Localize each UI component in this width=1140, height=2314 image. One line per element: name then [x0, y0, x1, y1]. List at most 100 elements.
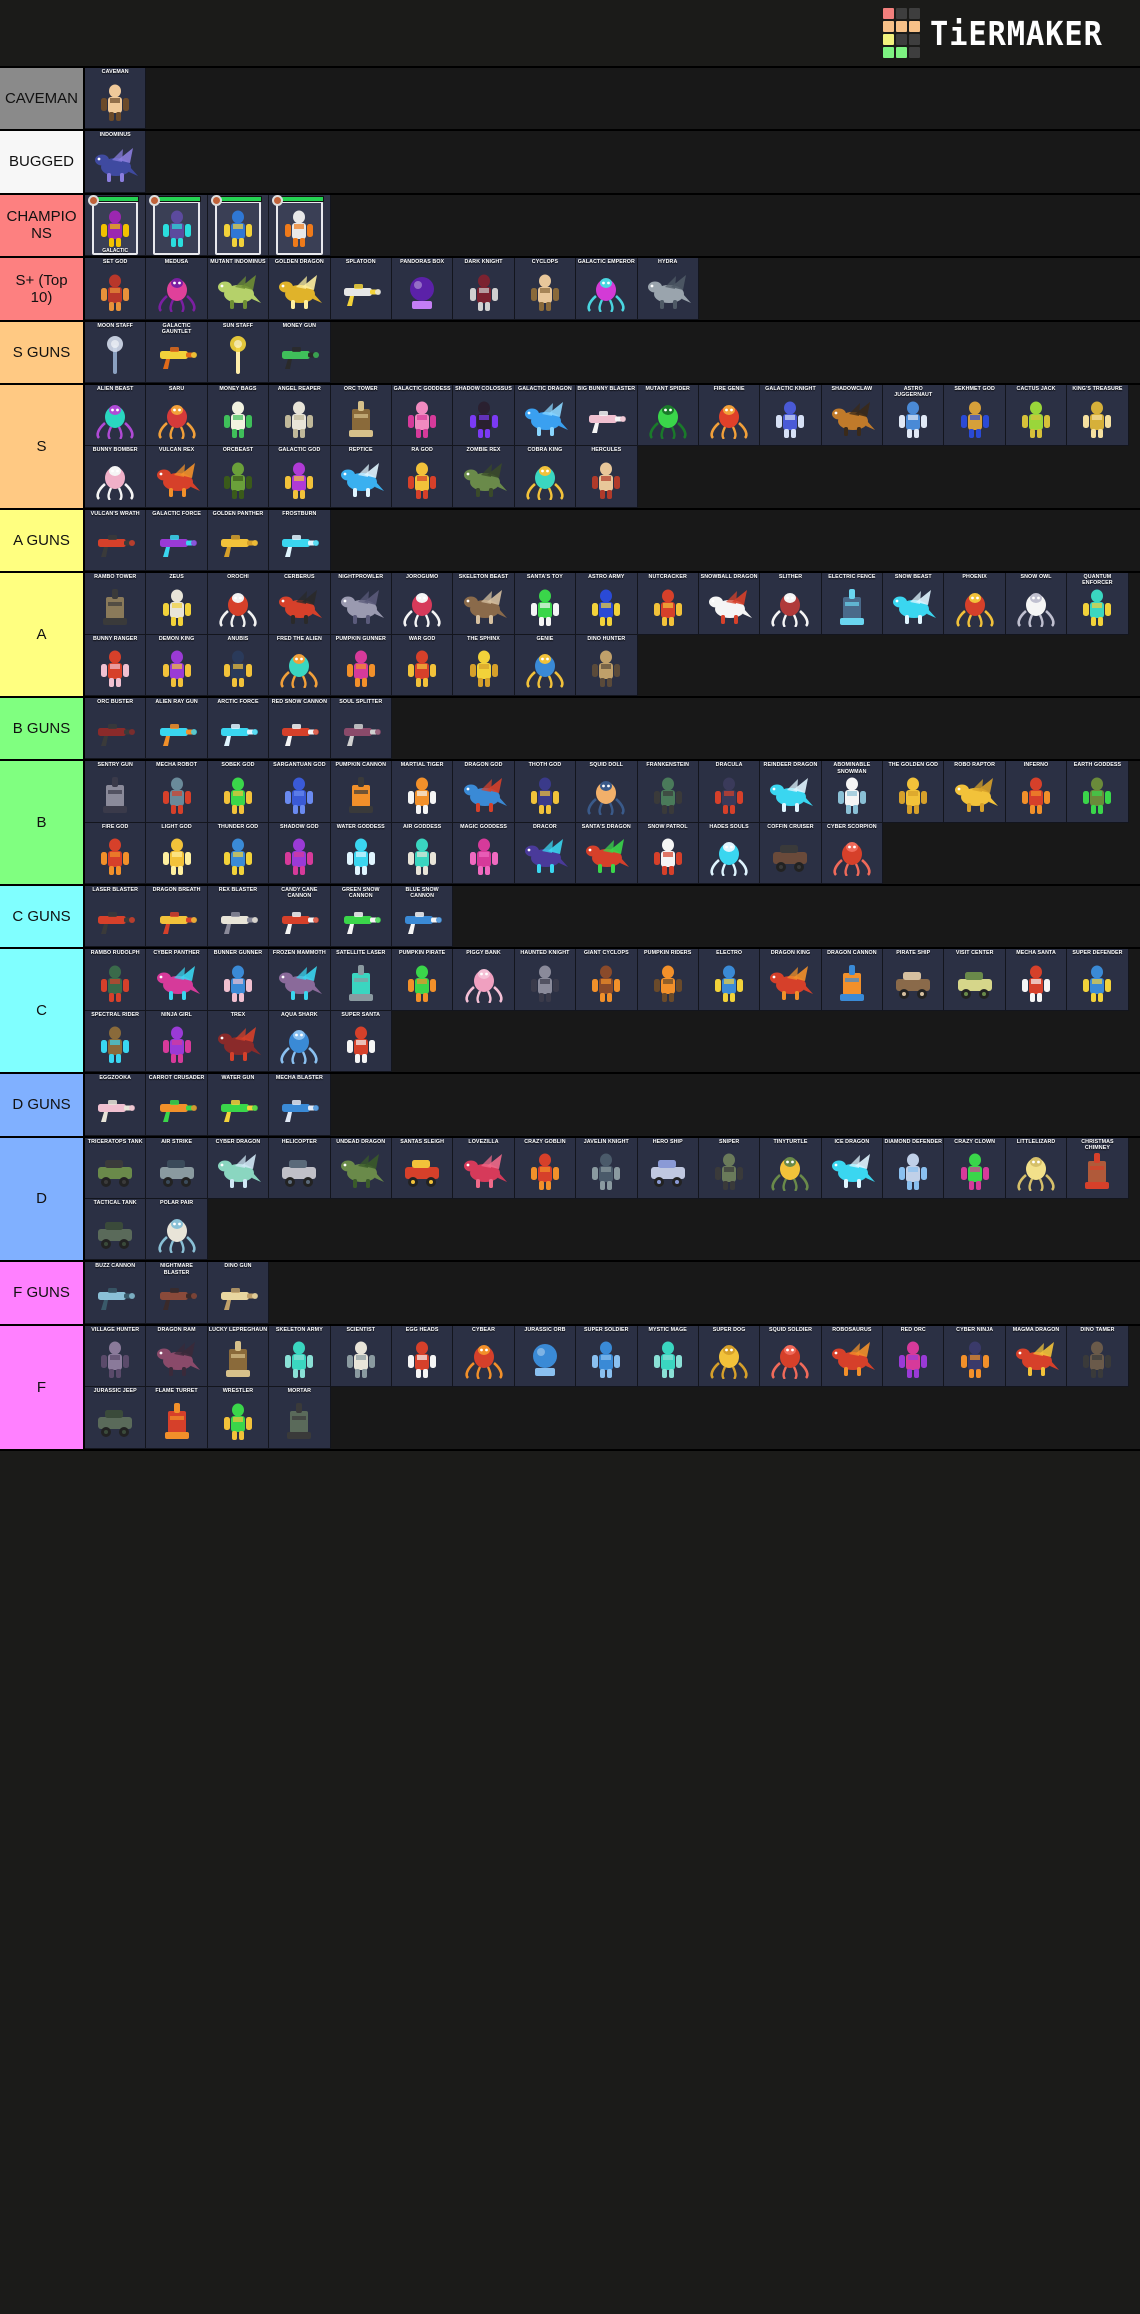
tier-item[interactable]: JURASSIC ORB: [514, 1325, 577, 1388]
tier-item[interactable]: SNOW PATROL: [637, 822, 699, 885]
tier-item[interactable]: GIANT CYCLOPS: [576, 949, 638, 1011]
tier-item[interactable]: BUNNY RANGER: [85, 634, 147, 696]
tier-item[interactable]: DRAGON CANNON: [821, 949, 884, 1011]
tier-item[interactable]: SEKHMET GOD: [944, 384, 1006, 447]
tier-item[interactable]: GOLDEN PANTHER: [207, 509, 270, 572]
tier-item[interactable]: CHRISTMAS CHIMNEY: [1067, 1137, 1129, 1200]
tier-item[interactable]: TRICERATOPS TANK: [85, 1137, 147, 1200]
tier-item[interactable]: MECHA BLASTER: [269, 1074, 331, 1136]
tier-item[interactable]: RAMBO RUDOLPH: [85, 949, 147, 1011]
tier-item[interactable]: GENIE: [514, 634, 577, 696]
tier-item[interactable]: [146, 194, 208, 257]
tier-item[interactable]: MONEY BAGS: [207, 384, 270, 447]
tier-item[interactable]: DINO TAMER: [1067, 1325, 1129, 1388]
tier-item[interactable]: AIR GODDESS: [391, 822, 454, 885]
tier-item[interactable]: BUZZ CANNON: [85, 1262, 147, 1324]
tier-item[interactable]: DINO GUN: [207, 1262, 270, 1324]
tier-item[interactable]: GALACTIC DRAGON: [514, 384, 577, 447]
tier-item[interactable]: HADES SOULS: [698, 822, 761, 885]
tier-item[interactable]: [269, 194, 331, 257]
tier-item[interactable]: POLAR PAIR: [146, 1199, 208, 1261]
tier-item[interactable]: ELECTRO: [698, 949, 761, 1011]
tier-item[interactable]: MARTIAL TIGER: [391, 761, 454, 823]
tier-item[interactable]: ZEUS: [146, 573, 208, 635]
tier-item[interactable]: SQUID SOLDIER: [760, 1325, 822, 1388]
tier-item[interactable]: OROCHI: [207, 573, 270, 635]
tier-item[interactable]: REPTICE: [330, 446, 392, 508]
tier-item[interactable]: MAGMA DRAGON: [1005, 1325, 1068, 1388]
tier-item[interactable]: MUTANT INDOMINUS: [207, 258, 270, 320]
tier-item[interactable]: WATER GODDESS: [330, 822, 392, 885]
tier-item[interactable]: ORC TOWER: [330, 384, 392, 447]
tier-item[interactable]: SARU: [146, 384, 208, 447]
tier-item[interactable]: SQUID DOLL: [576, 761, 638, 823]
tier-item[interactable]: ORC BUSTER: [85, 697, 147, 760]
tier-label-s[interactable]: S: [0, 384, 85, 508]
tier-item[interactable]: GALACTIC FORCE: [146, 509, 208, 572]
tier-item[interactable]: CRAZY GOBLIN: [514, 1137, 577, 1200]
tier-label-a-guns[interactable]: A GUNS: [0, 509, 85, 572]
tier-item[interactable]: EARTH GODDESS: [1067, 761, 1129, 823]
tier-item[interactable]: QUANTUM ENFORCER: [1067, 573, 1129, 635]
tier-item[interactable]: CAVEMAN: [85, 68, 147, 130]
tier-item[interactable]: THE GOLDEN GOD: [883, 761, 945, 823]
tier-item[interactable]: SATELLITE LASER: [330, 949, 392, 1011]
tier-item[interactable]: [207, 194, 270, 257]
tier-item[interactable]: SUPER SANTA: [330, 1010, 392, 1073]
tier-label-bugged[interactable]: BUGGED: [0, 131, 85, 193]
tier-item[interactable]: MONEY GUN: [269, 321, 331, 383]
tier-item[interactable]: DRAGON KING: [760, 949, 822, 1011]
tier-item[interactable]: CYBER NINJA: [944, 1325, 1006, 1388]
tier-item[interactable]: PIGGY BANK: [453, 949, 515, 1011]
tier-item[interactable]: PANDORAS BOX: [391, 258, 454, 320]
tier-item[interactable]: SANTA'S TOY: [514, 573, 577, 635]
tier-item[interactable]: JURASSIC JEEP: [85, 1387, 147, 1449]
tier-item[interactable]: MYSTIC MAGE: [637, 1325, 699, 1388]
tier-item[interactable]: WATER GUN: [207, 1074, 270, 1136]
tier-label-caveman[interactable]: CAVEMAN: [0, 68, 85, 130]
tier-item[interactable]: SNIPER: [698, 1137, 761, 1200]
tier-item[interactable]: DRAGON BREATH: [146, 886, 208, 948]
tier-item[interactable]: SPECTRAL RIDER: [85, 1010, 147, 1073]
tier-item[interactable]: DRACULA: [698, 761, 761, 823]
tier-item[interactable]: FRED THE ALIEN: [269, 634, 331, 696]
tier-item[interactable]: ABOMINABLE SNOWMAN: [821, 761, 884, 823]
tier-item[interactable]: MECHA ROBOT: [146, 761, 208, 823]
tier-item[interactable]: JOROGUMO: [391, 573, 454, 635]
tier-item[interactable]: DIAMOND DEFENDER: [883, 1137, 945, 1200]
tier-item[interactable]: FIRE GENIE: [698, 384, 761, 447]
tier-item[interactable]: SANTAS SLEIGH: [391, 1137, 454, 1200]
tier-item[interactable]: BUNNER GUNNER: [207, 949, 270, 1011]
tier-item[interactable]: SCIENTIST: [330, 1325, 392, 1388]
tier-item[interactable]: TACTICAL TANK: [85, 1199, 147, 1261]
tier-item[interactable]: TINYTURTLE: [760, 1137, 822, 1200]
tier-item[interactable]: WAR GOD: [391, 634, 454, 696]
tier-item[interactable]: SNOW OWL: [1005, 573, 1068, 635]
tier-item[interactable]: GALACTIC: [85, 194, 147, 257]
tier-item[interactable]: PUMPKIN RIDERS: [637, 949, 699, 1011]
tier-label-c[interactable]: C: [0, 949, 85, 1073]
tier-item[interactable]: JAVELIN KNIGHT: [576, 1137, 638, 1200]
tier-item[interactable]: RED ORC: [883, 1325, 945, 1388]
tier-item[interactable]: CYCLOPS: [514, 258, 577, 320]
tier-item[interactable]: DINO HUNTER: [576, 634, 638, 696]
tier-item[interactable]: MAGIC GODDESS: [453, 822, 515, 885]
tier-item[interactable]: SHADOWCLAW: [821, 384, 884, 447]
tier-item[interactable]: PIRATE SHIP: [883, 949, 945, 1011]
tier-label-d-guns[interactable]: D GUNS: [0, 1074, 85, 1136]
tier-item[interactable]: ANGEL REAPER: [269, 384, 331, 447]
tier-label-f-guns[interactable]: F GUNS: [0, 1262, 85, 1324]
tier-item[interactable]: CYBER DRAGON: [207, 1137, 270, 1200]
tiermaker-logo[interactable]: TiERMAKER: [883, 8, 1118, 58]
tier-item[interactable]: MEDUSA: [146, 258, 208, 320]
tier-item[interactable]: GALACTIC GOD: [269, 446, 331, 508]
tier-item[interactable]: ZOMBIE REX: [453, 446, 515, 508]
tier-item[interactable]: INFERNO: [1005, 761, 1068, 823]
tier-item[interactable]: DRAGON RAM: [146, 1325, 208, 1388]
tier-item[interactable]: SUN STAFF: [207, 321, 270, 383]
tier-item[interactable]: PHOENIX: [944, 573, 1006, 635]
tier-item[interactable]: REX BLASTER: [207, 886, 270, 948]
tier-label-s-guns[interactable]: S GUNS: [0, 321, 85, 383]
tier-item[interactable]: ELECTRIC FENCE: [821, 573, 884, 635]
tier-item[interactable]: VULCAN REX: [146, 446, 208, 508]
